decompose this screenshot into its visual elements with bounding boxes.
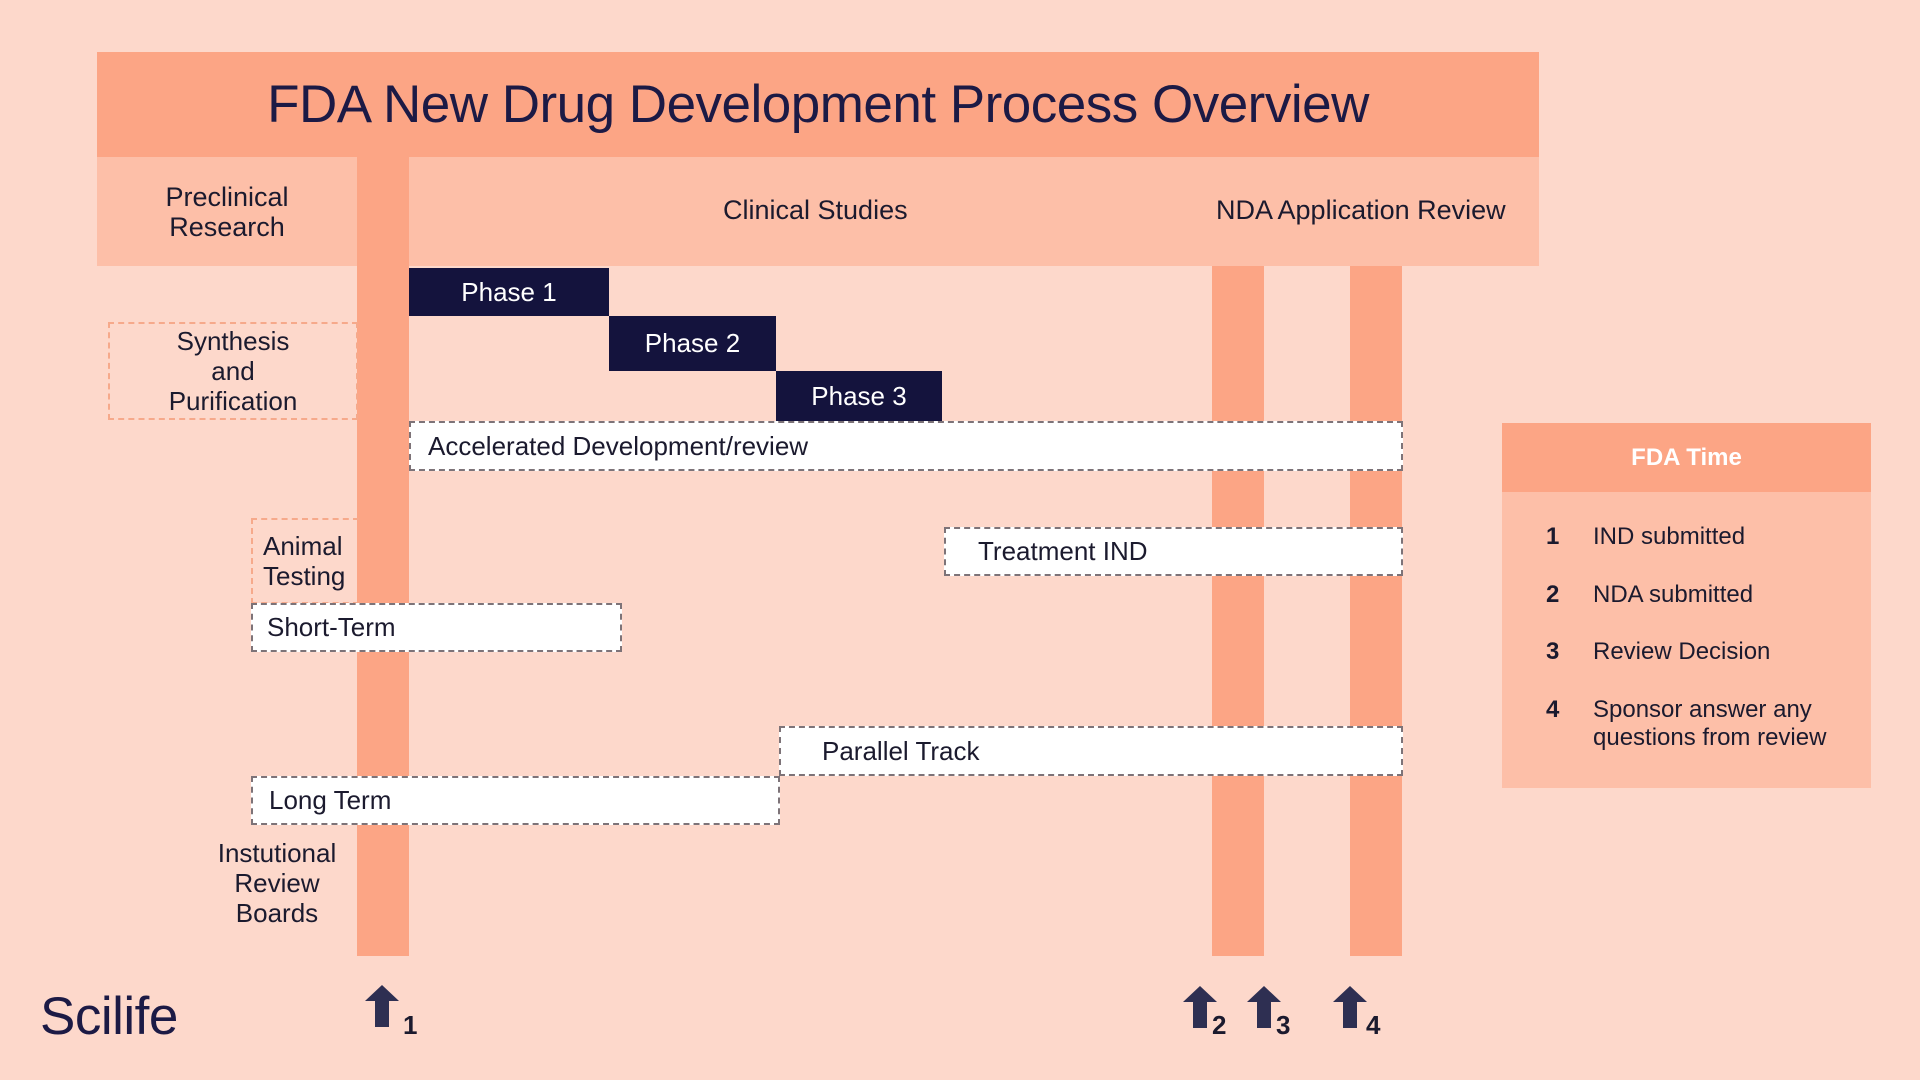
- parallel-track: Parallel Track: [779, 726, 1403, 776]
- legend-item-number: 3: [1546, 638, 1560, 665]
- stage-nda-label: NDA Application Review: [1216, 195, 1506, 225]
- milestone-pillar-1: [357, 157, 409, 956]
- scilife-logo: Scilife: [40, 987, 178, 1046]
- page-title: FDA New Drug Development Process Overvie…: [267, 75, 1369, 134]
- parallel-track-label: Parallel Track: [822, 735, 980, 766]
- legend-item-number: 4: [1546, 696, 1560, 723]
- accelerated-track: Accelerated Development/review: [409, 421, 1403, 471]
- legend-item-label: IND submitted: [1593, 523, 1746, 550]
- synthesis-box: Synthesis and Purification: [108, 322, 358, 420]
- accelerated-label: Accelerated Development/review: [428, 430, 809, 461]
- milestone-pillar-4: [1350, 266, 1402, 956]
- animal-testing-box: Animal Testing: [251, 518, 359, 604]
- legend-item-number: 1: [1546, 523, 1560, 550]
- phase-1-block: Phase 1: [409, 268, 609, 316]
- stage-clinical-label: Clinical Studies: [723, 195, 908, 225]
- short-term-track: Short-Term: [251, 603, 622, 652]
- irb-text: Instutional Review Boards: [217, 838, 337, 928]
- milestone-number-4: 4: [1366, 1010, 1381, 1040]
- arrow-up-icon: [365, 985, 399, 1027]
- phase-1-label: Phase 1: [461, 276, 557, 307]
- stage-clinical-bar: Clinical Studies NDA Application Review: [409, 157, 1539, 266]
- legend-item-number: 2: [1546, 581, 1560, 608]
- legend-item-label: Review Decision: [1593, 638, 1771, 665]
- fda-time-legend: FDA Time 1 IND submitted 2 NDA submitted…: [1502, 423, 1871, 788]
- legend-item-label: Sponsor answer any questions from review: [1593, 696, 1827, 751]
- milestone-number-3: 3: [1276, 1010, 1291, 1040]
- long-term-label: Long Term: [269, 785, 392, 815]
- irb-label: Instutional Review Boards: [177, 838, 377, 928]
- title-bar: FDA New Drug Development Process Overvie…: [97, 52, 1539, 157]
- phase-3-block: Phase 3: [776, 371, 942, 421]
- treatment-ind-track: Treatment IND: [944, 527, 1403, 576]
- arrow-up-icon: [1333, 986, 1367, 1028]
- short-term-label: Short-Term: [267, 612, 396, 642]
- stage-preclinical: Preclinical Research: [97, 157, 357, 266]
- stage-preclinical-label: Preclinical Research: [165, 181, 289, 242]
- phase-3-label: Phase 3: [811, 380, 907, 411]
- treatment-ind-label: Treatment IND: [978, 536, 1148, 566]
- long-term-track: Long Term: [251, 776, 780, 825]
- phase-2-block: Phase 2: [609, 316, 776, 371]
- milestone-number-2: 2: [1212, 1010, 1227, 1040]
- legend-title: FDA Time: [1502, 423, 1871, 492]
- animal-testing-label: Animal Testing: [263, 531, 346, 591]
- milestone-number-1: 1: [403, 1010, 418, 1040]
- phase-2-label: Phase 2: [644, 328, 741, 358]
- legend-item-label: NDA submitted: [1593, 581, 1754, 608]
- synthesis-label: Synthesis and Purification: [168, 326, 298, 416]
- milestone-pillar-2: [1212, 266, 1264, 956]
